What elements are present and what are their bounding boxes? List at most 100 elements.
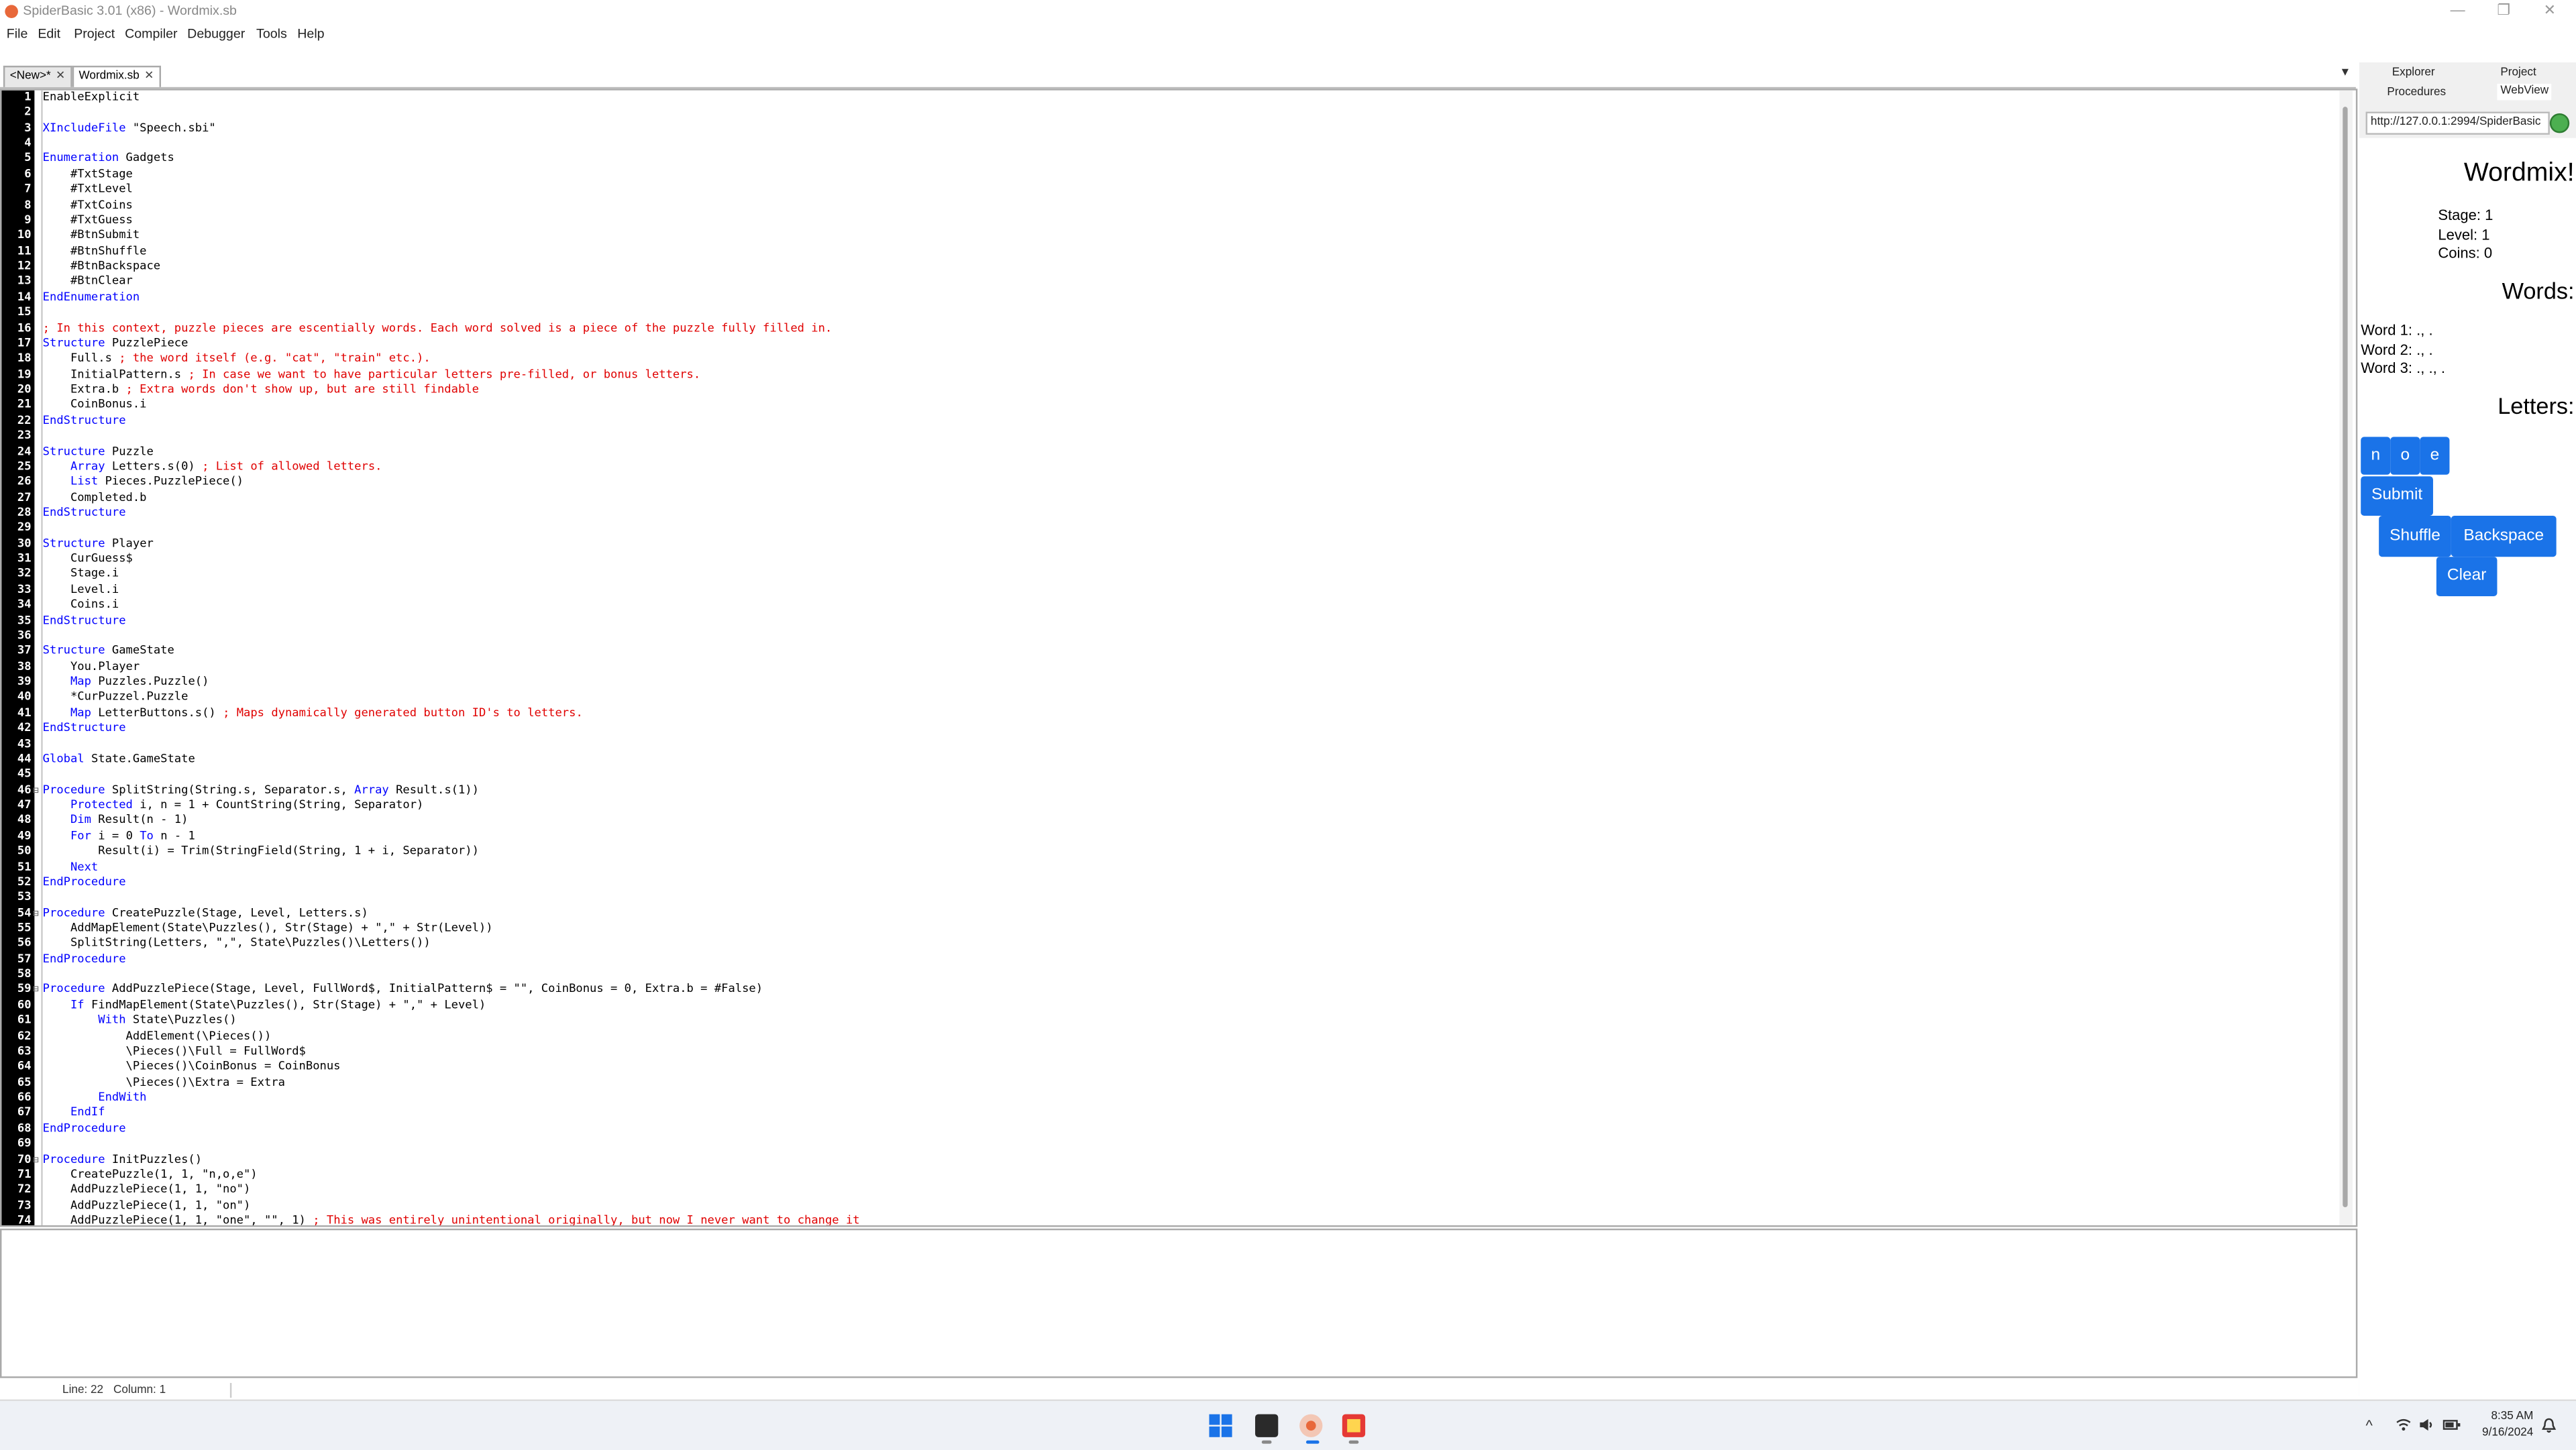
- code-line[interactable]: 4: [1, 137, 2334, 152]
- code-line[interactable]: 54 ⊟ Procedure CreatePuzzle(Stage, Level, …: [1, 906, 2334, 922]
- code-line[interactable]: 60 If FindMapElement(State\Puzzles(), St…: [1, 999, 2334, 1014]
- tab-project[interactable]: Project: [2500, 66, 2536, 82]
- code-line[interactable]: 6 #TxtStage: [1, 167, 2334, 182]
- windows-start-icon[interactable]: [1209, 1414, 1232, 1437]
- code-line[interactable]: 66 EndWith: [1, 1091, 2334, 1106]
- wifi-icon[interactable]: [2396, 1417, 2412, 1435]
- code-line[interactable]: 12 #BtnBackspace: [1, 260, 2334, 275]
- code-line[interactable]: 23: [1, 429, 2334, 444]
- globe-icon[interactable]: [2549, 113, 2570, 133]
- scrollbar-thumb[interactable]: [2343, 107, 2348, 1208]
- code-line[interactable]: 53: [1, 891, 2334, 906]
- code-line[interactable]: 26 List Pieces.PuzzlePiece(): [1, 475, 2334, 490]
- code-line[interactable]: 37 Structure GameState: [1, 645, 2334, 660]
- shuffle-button[interactable]: Shuffle: [2379, 515, 2451, 557]
- code-line[interactable]: 24 Structure Puzzle: [1, 444, 2334, 459]
- code-line[interactable]: 36: [1, 629, 2334, 645]
- code-line[interactable]: 2: [1, 106, 2334, 121]
- webview-url-field[interactable]: http://127.0.0.1:2994/SpiderBasic: [2365, 111, 2550, 135]
- code-line[interactable]: 72 AddPuzzlePiece(1, 1, "no"): [1, 1183, 2334, 1198]
- editor-vertical-scrollbar[interactable]: [2339, 90, 2353, 1225]
- code-line[interactable]: 73 AddPuzzlePiece(1, 1, "on"): [1, 1198, 2334, 1214]
- code-line[interactable]: 59 ⊟ Procedure AddPuzzlePiece(Stage, Level…: [1, 983, 2334, 999]
- code-line[interactable]: 38 You.Player: [1, 660, 2334, 675]
- code-line[interactable]: 68 EndProcedure: [1, 1121, 2334, 1137]
- code-line[interactable]: 67 EndIf: [1, 1106, 2334, 1121]
- code-line[interactable]: 13 #BtnClear: [1, 275, 2334, 290]
- code-line[interactable]: 61 With State\Puzzles(): [1, 1013, 2334, 1029]
- fold-marker-icon[interactable]: ⊟: [33, 983, 41, 999]
- letter-button-e[interactable]: e: [2420, 437, 2450, 475]
- code-line[interactable]: 49 For i = 0 To n - 1: [1, 829, 2334, 844]
- maximize-button[interactable]: ❐: [2481, 0, 2527, 23]
- code-line[interactable]: 17 Structure PuzzlePiece: [1, 337, 2334, 352]
- fold-marker-icon[interactable]: ⊟: [33, 783, 41, 798]
- code-line[interactable]: 65 \Pieces()\Extra = Extra: [1, 1075, 2334, 1091]
- submit-button[interactable]: Submit: [2361, 476, 2433, 516]
- code-line[interactable]: 15: [1, 306, 2334, 321]
- menu-compiler[interactable]: Compiler: [125, 25, 177, 43]
- code-line[interactable]: 7 #TxtLevel: [1, 182, 2334, 198]
- output-pane[interactable]: [0, 1228, 2358, 1378]
- code-line[interactable]: 35 EndStructure: [1, 614, 2334, 629]
- code-line[interactable]: 18 Full.s ; the word itself (e.g. "cat",…: [1, 352, 2334, 368]
- tab-new[interactable]: <New>* ✕: [3, 65, 72, 87]
- code-line[interactable]: 5 Enumeration Gadgets: [1, 152, 2334, 167]
- code-line[interactable]: 56 SplitString(Letters, ",", State\Puzzl…: [1, 937, 2334, 952]
- code-line[interactable]: 62 AddElement(\Pieces()): [1, 1029, 2334, 1044]
- tab-list-dropdown-icon[interactable]: ▼: [2339, 67, 2351, 78]
- code-line[interactable]: 20 Extra.b ; Extra words don't show up, …: [1, 383, 2334, 398]
- code-line[interactable]: 29: [1, 521, 2334, 537]
- code-line[interactable]: 51 Next: [1, 860, 2334, 875]
- backspace-button[interactable]: Backspace: [2451, 515, 2557, 557]
- menu-debugger[interactable]: Debugger: [187, 25, 245, 43]
- code-line[interactable]: 31 CurGuess$: [1, 552, 2334, 567]
- code-line[interactable]: 46 ⊟ Procedure SplitString(String.s, Separ…: [1, 783, 2334, 798]
- code-line[interactable]: 43: [1, 736, 2334, 752]
- app-icon-red[interactable]: [1342, 1414, 1366, 1437]
- code-line[interactable]: 8 #TxtCoins: [1, 198, 2334, 213]
- clear-button[interactable]: Clear: [2436, 557, 2498, 596]
- code-line[interactable]: 14 EndEnumeration: [1, 290, 2334, 306]
- tab-procedures[interactable]: Procedures: [2387, 85, 2446, 101]
- code-line[interactable]: 9 #TxtGuess: [1, 213, 2334, 229]
- tab-wordmix[interactable]: Wordmix.sb ✕: [72, 65, 161, 87]
- tab-close-icon[interactable]: ✕: [144, 70, 154, 82]
- code-line[interactable]: 30 Structure Player: [1, 537, 2334, 552]
- code-line[interactable]: 39 Map Puzzles.Puzzle(): [1, 675, 2334, 691]
- tab-close-icon[interactable]: ✕: [56, 70, 65, 82]
- code-line[interactable]: 57 EndProcedure: [1, 952, 2334, 968]
- show-hidden-icons-chevron[interactable]: ^: [2366, 1417, 2373, 1433]
- fold-marker-icon[interactable]: ⊟: [33, 1152, 41, 1168]
- code-line[interactable]: 45: [1, 767, 2334, 783]
- fold-marker-icon[interactable]: ⊟: [33, 906, 41, 922]
- code-line[interactable]: 50 Result(i) = Trim(StringField(String, …: [1, 844, 2334, 860]
- code-editor[interactable]: 1 EnableExplicit 2 3 XIncludeFile "Speech.sb…: [0, 89, 2358, 1227]
- code-line[interactable]: 1 EnableExplicit: [1, 91, 2334, 106]
- code-line[interactable]: 63 \Pieces()\Full = FullWord$: [1, 1044, 2334, 1060]
- code-line[interactable]: 27 Completed.b: [1, 490, 2334, 506]
- code-line[interactable]: 19 InitialPattern.s ; In case we want to…: [1, 368, 2334, 383]
- code-line[interactable]: 11 #BtnShuffle: [1, 244, 2334, 260]
- code-line[interactable]: 25 Array Letters.s(0) ; List of allowed …: [1, 459, 2334, 475]
- menu-help[interactable]: Help: [297, 25, 324, 43]
- spiderbasic-taskbar-icon[interactable]: [1299, 1414, 1323, 1437]
- tab-webview[interactable]: WebView: [2497, 83, 2553, 101]
- code-line[interactable]: 71 CreatePuzzle(1, 1, "n,o,e"): [1, 1168, 2334, 1183]
- code-line[interactable]: 42 EndStructure: [1, 721, 2334, 736]
- code-line[interactable]: 16 ; In this context, puzzle pieces are e…: [1, 321, 2334, 337]
- volume-icon[interactable]: [2418, 1417, 2434, 1435]
- code-line[interactable]: 44 Global State.GameState: [1, 752, 2334, 767]
- code-line[interactable]: 22 EndStructure: [1, 414, 2334, 429]
- code-line[interactable]: 28 EndStructure: [1, 506, 2334, 521]
- menu-tools[interactable]: Tools: [256, 25, 287, 43]
- code-line[interactable]: 40 *CurPuzzel.Puzzle: [1, 691, 2334, 706]
- code-line[interactable]: 70 ⊟ Procedure InitPuzzles(): [1, 1152, 2334, 1168]
- code-line[interactable]: 48 Dim Result(n - 1): [1, 814, 2334, 829]
- code-line[interactable]: 55 AddMapElement(State\Puzzles(), Str(St…: [1, 922, 2334, 937]
- code-line[interactable]: 64 \Pieces()\CoinBonus = CoinBonus: [1, 1060, 2334, 1075]
- minimize-button[interactable]: —: [2434, 0, 2481, 23]
- code-line[interactable]: 47 Protected i, n = 1 + CountString(Stri…: [1, 798, 2334, 814]
- menu-edit[interactable]: Edit: [38, 25, 60, 43]
- code-line[interactable]: 21 CoinBonus.i: [1, 398, 2334, 414]
